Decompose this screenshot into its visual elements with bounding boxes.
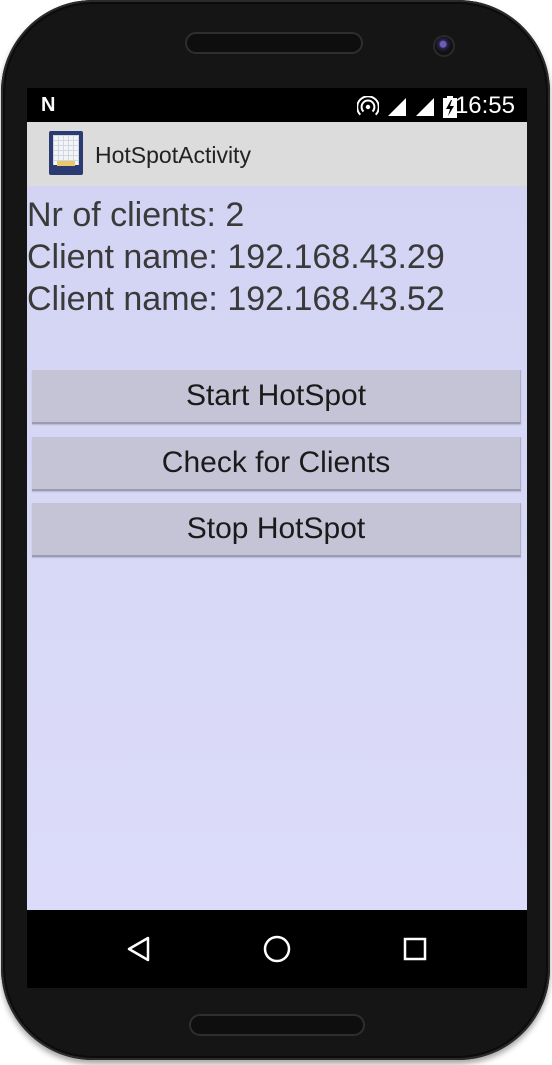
app-bar: HotSpotActivity: [27, 122, 527, 186]
stop-hotspot-button[interactable]: Stop HotSpot: [32, 503, 521, 557]
status-bar: N 16:55: [27, 88, 527, 122]
phone-frame: N 16:55 HotSpotActivity Nr of clients: 2…: [1, 0, 550, 1060]
start-hotspot-button[interactable]: Start HotSpot: [32, 370, 521, 424]
status-time: 16:55: [454, 92, 515, 119]
check-clients-button[interactable]: Check for Clients: [32, 437, 521, 491]
n-icon: N: [41, 94, 55, 116]
signal-icon: [415, 97, 435, 122]
navigation-bar: [27, 910, 527, 988]
app-icon: [49, 131, 83, 175]
client-name-text: Client name: 192.168.43.52: [27, 280, 445, 318]
earpiece-speaker: [187, 34, 361, 52]
hotspot-icon: [356, 95, 380, 123]
main-content: Nr of clients: 2 Client name: 192.168.43…: [27, 186, 527, 910]
home-icon[interactable]: [247, 928, 307, 970]
screen: N 16:55 HotSpotActivity Nr of clients: 2…: [27, 88, 527, 988]
status-icons: [356, 95, 457, 123]
app-title: HotSpotActivity: [95, 142, 251, 168]
bottom-speaker: [191, 1016, 363, 1034]
recents-icon[interactable]: [385, 928, 445, 970]
back-icon[interactable]: [109, 928, 169, 970]
clients-count-text: Nr of clients: 2: [27, 196, 245, 234]
client-name-text: Client name: 192.168.43.29: [27, 238, 445, 276]
front-camera: [435, 37, 453, 55]
signal-icon: [387, 97, 407, 122]
